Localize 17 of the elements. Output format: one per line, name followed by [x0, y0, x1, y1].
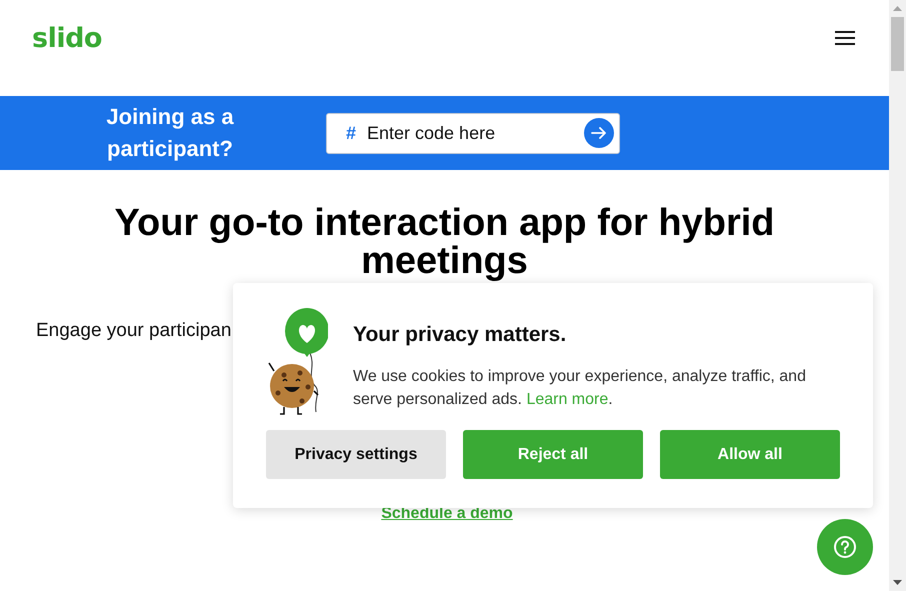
learn-more-link[interactable]: Learn more: [526, 391, 608, 408]
menu-icon[interactable]: [835, 31, 855, 45]
hash-sign: #: [346, 122, 356, 144]
scrollbar[interactable]: [889, 0, 906, 591]
hero-heading: meetings: [361, 242, 528, 280]
consent-button[interactable]: Reject all: [463, 430, 643, 479]
help-icon: [833, 535, 857, 559]
cookie-notice-text: We use cookies to improve your experience, analyze traffic, and serve personalized ads. Learn more.: [353, 367, 807, 410]
consent-button[interactable]: Allow all: [660, 430, 840, 479]
dialog-title: Your privacy matters.: [353, 323, 568, 347]
settings-button[interactable]: Privacy settings: [266, 430, 446, 479]
join-prompt: Joining as a participant?: [105, 103, 235, 163]
schedule-demo-link[interactable]: Schedule a demo: [381, 505, 513, 523]
scrollbar-thumb[interactable]: [891, 17, 904, 71]
slido-logo[interactable]: slido: [32, 22, 102, 54]
hero-subtitle: Engage your participan: [36, 320, 232, 342]
hero-heading: Your go-to interaction app for hybrid: [114, 204, 775, 242]
